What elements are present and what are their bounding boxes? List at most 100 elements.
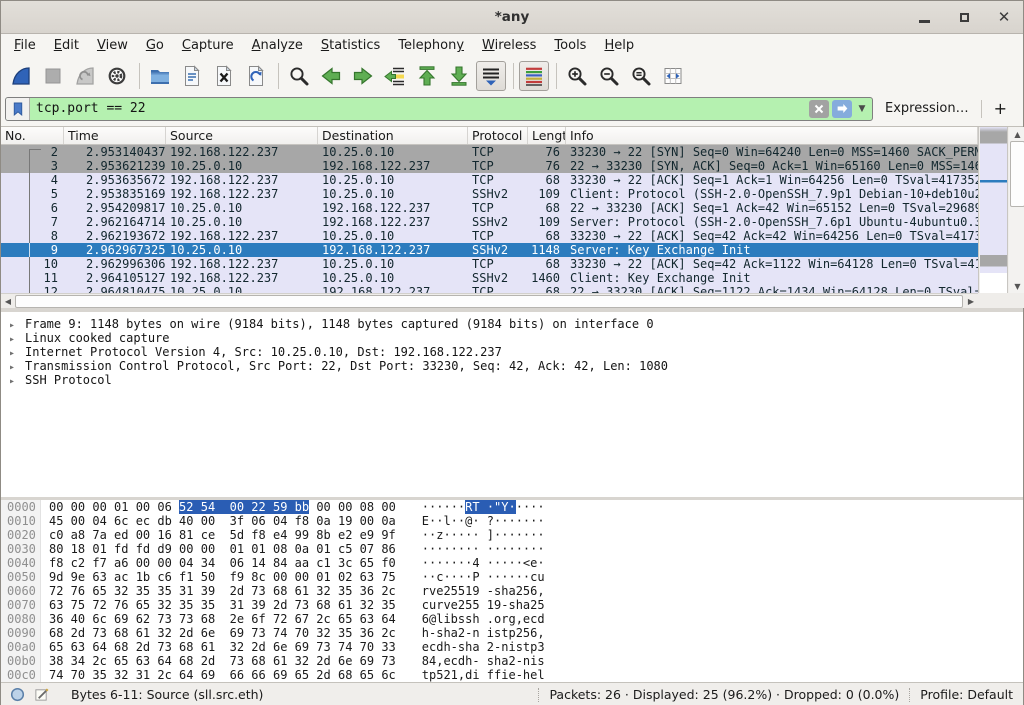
- menu-item-analyze[interactable]: Analyze: [243, 34, 312, 58]
- cell-source: 10.25.0.10: [166, 159, 318, 173]
- go-forward-button[interactable]: [348, 61, 378, 91]
- filter-dropdown-button[interactable]: ▼: [855, 100, 869, 118]
- detail-row[interactable]: ▸Frame 9: 1148 bytes on wire (9184 bits)…: [1, 317, 1023, 331]
- filter-bookmark-button[interactable]: [6, 98, 30, 120]
- capture-options-button[interactable]: [102, 61, 132, 91]
- intelligent-scrollbar-minimap[interactable]: [980, 127, 1008, 293]
- column-header-info[interactable]: Info: [566, 127, 978, 144]
- expression-button[interactable]: Expression…: [873, 101, 981, 116]
- menu-item-go[interactable]: Go: [137, 34, 173, 58]
- menu-item-wireless[interactable]: Wireless: [473, 34, 545, 58]
- minimize-button[interactable]: [915, 9, 933, 27]
- find-packet-button[interactable]: [284, 61, 314, 91]
- menu-item-statistics[interactable]: Statistics: [312, 34, 389, 58]
- packet-row[interactable]: 82.962193672192.168.122.23710.25.0.10TCP…: [1, 229, 978, 243]
- detail-row[interactable]: ▸SSH Protocol: [1, 373, 1023, 387]
- hex-row[interactable]: 007063 75 72 76 65 32 35 35 31 39 2d 73 …: [1, 598, 1023, 612]
- hex-row[interactable]: 006072 76 65 32 35 35 31 39 2d 73 68 61 …: [1, 584, 1023, 598]
- vertical-scrollbar-thumb[interactable]: [1010, 141, 1024, 207]
- scroll-down-icon[interactable]: ▼: [1009, 279, 1024, 293]
- cell-destination: 10.25.0.10: [318, 145, 468, 159]
- reload-file-button[interactable]: [241, 61, 271, 91]
- vertical-scrollbar[interactable]: ▲ ▼: [1009, 127, 1024, 293]
- menu-item-help[interactable]: Help: [595, 34, 643, 58]
- profile-selector[interactable]: Profile: Default: [920, 687, 1013, 702]
- restart-capture-button[interactable]: [70, 61, 100, 91]
- menu-item-view[interactable]: View: [88, 34, 137, 58]
- go-to-packet-button[interactable]: [380, 61, 410, 91]
- detail-row[interactable]: ▸Internet Protocol Version 4, Src: 10.25…: [1, 345, 1023, 359]
- menu-item-telephony[interactable]: Telephony: [389, 34, 473, 58]
- scroll-up-icon[interactable]: ▲: [1009, 127, 1024, 141]
- packet-row[interactable]: 32.95362123910.25.0.10192.168.122.237TCP…: [1, 159, 978, 173]
- scroll-left-icon[interactable]: ◀: [1, 294, 15, 309]
- hex-row[interactable]: 008036 40 6c 69 62 73 73 68 2e 6f 72 67 …: [1, 612, 1023, 626]
- column-header-length[interactable]: Length: [528, 127, 566, 144]
- packet-row[interactable]: 52.953835169192.168.122.23710.25.0.10SSH…: [1, 187, 978, 201]
- go-last-button[interactable]: [444, 61, 474, 91]
- hex-row[interactable]: 00a065 63 64 68 2d 73 68 61 32 2d 6e 69 …: [1, 640, 1023, 654]
- hex-row[interactable]: 001045 00 04 6c ec db 40 00 3f 06 04 f8 …: [1, 514, 1023, 528]
- hex-row[interactable]: 0040f8 c2 f7 a6 00 00 04 34 06 14 84 aa …: [1, 556, 1023, 570]
- packet-row[interactable]: 92.96296732510.25.0.10192.168.122.237SSH…: [1, 243, 978, 257]
- auto-scroll-button[interactable]: [476, 61, 506, 91]
- column-header-destination[interactable]: Destination: [318, 127, 468, 144]
- titlebar[interactable]: *any ✕: [1, 1, 1023, 34]
- menu-item-capture[interactable]: Capture: [173, 34, 243, 58]
- horizontal-scrollbar[interactable]: ◀ ▶: [1, 293, 978, 308]
- column-header-protocol[interactable]: Protocol: [468, 127, 528, 144]
- hex-row[interactable]: 0020c0 a8 7a ed 00 16 81 ce 5d f8 e4 99 …: [1, 528, 1023, 542]
- maximize-button[interactable]: [955, 9, 973, 27]
- stop-capture-button[interactable]: [38, 61, 68, 91]
- packet-row[interactable]: 122.96481047510.25.0.10192.168.122.237TC…: [1, 285, 978, 293]
- packet-row[interactable]: 72.96216471410.25.0.10192.168.122.237SSH…: [1, 215, 978, 229]
- packet-row[interactable]: 62.95420981710.25.0.10192.168.122.237TCP…: [1, 201, 978, 215]
- cell-time: 2.964105127: [64, 271, 166, 285]
- filter-clear-button[interactable]: [809, 100, 829, 118]
- column-header-no[interactable]: No.: [1, 127, 64, 144]
- capture-comment-button[interactable]: [34, 687, 49, 702]
- cell-time: 2.964810475: [64, 285, 166, 293]
- save-file-button[interactable]: [177, 61, 207, 91]
- hex-row[interactable]: 009068 2d 73 68 61 32 2d 6e 69 73 74 70 …: [1, 626, 1023, 640]
- packet-row[interactable]: 112.964105127192.168.122.23710.25.0.10SS…: [1, 271, 978, 285]
- filter-apply-button[interactable]: [832, 100, 852, 118]
- cell-destination: 10.25.0.10: [318, 173, 468, 187]
- zoom-reset-button[interactable]: [626, 61, 656, 91]
- packet-row[interactable]: 102.962996306192.168.122.23710.25.0.10TC…: [1, 257, 978, 271]
- menu-item-edit[interactable]: Edit: [45, 34, 88, 58]
- packet-row[interactable]: 42.953635672192.168.122.23710.25.0.10TCP…: [1, 173, 978, 187]
- hex-row[interactable]: 00509d 9e 63 ac 1b c6 f1 50 f9 8c 00 00 …: [1, 570, 1023, 584]
- cell-destination: 10.25.0.10: [318, 229, 468, 243]
- colorize-packets-button[interactable]: [519, 61, 549, 91]
- open-file-button[interactable]: [145, 61, 175, 91]
- menu-item-tools[interactable]: Tools: [545, 34, 595, 58]
- menu-item-file[interactable]: File: [5, 34, 45, 58]
- go-back-button[interactable]: [316, 61, 346, 91]
- cell-length: 109: [528, 215, 566, 229]
- scroll-right-icon[interactable]: ▶: [964, 294, 978, 309]
- hex-row[interactable]: 000000 00 00 01 00 06 52 54 00 22 59 bb …: [1, 500, 1023, 514]
- cell-source: 10.25.0.10: [166, 243, 318, 257]
- packet-row[interactable]: 22.953140437192.168.122.23710.25.0.10TCP…: [1, 145, 978, 159]
- add-filter-button[interactable]: +: [982, 99, 1017, 118]
- hex-row[interactable]: 003080 18 01 fd fd d9 00 00 01 01 08 0a …: [1, 542, 1023, 556]
- display-filter-input[interactable]: [30, 98, 809, 120]
- hex-row[interactable]: 00c074 70 35 32 31 2c 64 69 66 66 69 65 …: [1, 668, 1023, 682]
- detail-row[interactable]: ▸Transmission Control Protocol, Src Port…: [1, 359, 1023, 373]
- close-file-icon: [212, 64, 236, 88]
- horizontal-scrollbar-thumb[interactable]: [15, 295, 963, 308]
- column-header-time[interactable]: Time: [64, 127, 166, 144]
- start-capture-button[interactable]: [6, 61, 36, 91]
- expert-info-button[interactable]: [10, 687, 25, 702]
- detail-row[interactable]: ▸Linux cooked capture: [1, 331, 1023, 345]
- go-first-button[interactable]: [412, 61, 442, 91]
- close-file-button[interactable]: [209, 61, 239, 91]
- hex-row[interactable]: 00b038 34 2c 65 63 64 68 2d 73 68 61 32 …: [1, 654, 1023, 668]
- column-header-source[interactable]: Source: [166, 127, 318, 144]
- resize-columns-button[interactable]: [658, 61, 688, 91]
- save-file-icon: [180, 64, 204, 88]
- close-button[interactable]: ✕: [995, 9, 1013, 27]
- zoom-in-button[interactable]: [562, 61, 592, 91]
- zoom-out-button[interactable]: [594, 61, 624, 91]
